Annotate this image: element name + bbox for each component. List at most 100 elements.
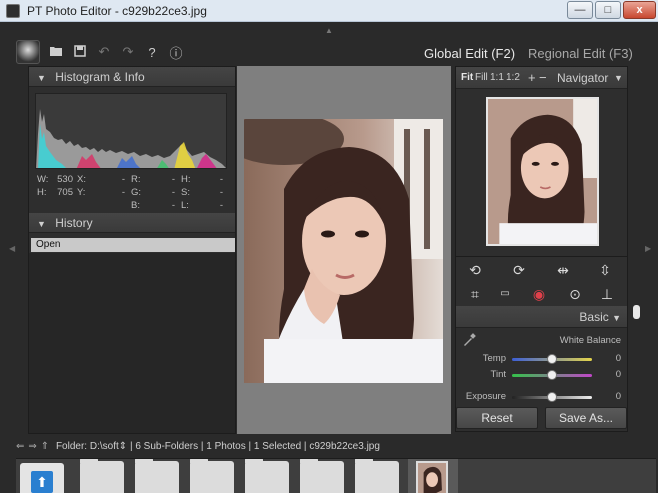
- basic-adjustments: White Balance Temp 0 Tint 0 Exposure 0: [456, 329, 627, 402]
- collapse-triangle-icon: ▼: [37, 219, 46, 229]
- help-icon[interactable]: ?: [144, 45, 160, 60]
- tint-slider-track[interactable]: [512, 370, 592, 380]
- basic-panel-header[interactable]: Basic ▼: [456, 306, 627, 328]
- folder-label: Folder:: [55, 441, 88, 452]
- zoom-in-button[interactable]: +: [528, 67, 536, 89]
- temp-slider-knob[interactable]: [547, 354, 557, 364]
- flip-vertical-icon[interactable]: ⇳: [594, 261, 616, 279]
- red-eye-icon[interactable]: ◉: [528, 285, 550, 303]
- redo-icon[interactable]: ↷: [120, 44, 136, 60]
- subfolder-item[interactable]: [245, 459, 289, 493]
- subfolder-item[interactable]: [355, 459, 399, 493]
- eyedropper-icon[interactable]: [462, 333, 476, 347]
- open-folder-icon[interactable]: [48, 45, 64, 60]
- main-toolbar: ↶ ↷ ? ⓘ: [16, 38, 184, 66]
- zoom-fill-button[interactable]: Fill: [475, 67, 488, 89]
- window-title-bar: PT Photo Editor - c929b22ce3.jpg — □ x: [0, 0, 658, 22]
- rotate-left-icon[interactable]: ⟲: [464, 261, 486, 279]
- close-button[interactable]: x: [623, 1, 656, 19]
- temp-slider-track[interactable]: [512, 354, 592, 364]
- back-arrow-icon[interactable]: ⇐: [16, 441, 24, 452]
- user-avatar[interactable]: [16, 40, 40, 64]
- info-key: Y:: [77, 187, 86, 198]
- exposure-slider-track[interactable]: [512, 392, 592, 402]
- edited-photo[interactable]: [244, 119, 443, 383]
- navigator-dropdown-icon[interactable]: ▼: [614, 67, 623, 89]
- photo-canvas[interactable]: [237, 66, 451, 434]
- zoom-fit-button[interactable]: Fit: [461, 67, 473, 89]
- filmstrip: ⬆: [16, 458, 656, 493]
- subfolder-item[interactable]: [190, 459, 234, 493]
- histogram-panel-header[interactable]: ▼ Histogram & Info: [29, 67, 235, 87]
- slider-value: 0: [615, 369, 621, 380]
- info-value: -: [121, 174, 125, 185]
- folder-dropdown-icon[interactable]: ⇕: [119, 441, 127, 452]
- info-key: W:: [37, 174, 49, 185]
- straighten-icon[interactable]: ▭: [494, 285, 516, 303]
- up-arrow-icon[interactable]: ⇑: [41, 441, 49, 452]
- folder-path-bar: ⇐ ⇒ ⇑ Folder: D:\soft⇕ | 6 Sub-Folders | 1…: [16, 438, 656, 456]
- navigator-title[interactable]: Navigator: [557, 67, 608, 89]
- info-key: L:: [181, 200, 189, 211]
- tab-regional-edit[interactable]: Regional Edit (F3): [528, 46, 633, 61]
- info-key: B:: [131, 200, 140, 211]
- info-value: -: [219, 174, 223, 185]
- action-buttons: Reset Save As...: [456, 407, 627, 431]
- info-row: B: - L: -: [37, 199, 231, 212]
- info-value: [51, 199, 73, 212]
- slider-label: Tint: [490, 369, 506, 380]
- maximize-button[interactable]: □: [595, 1, 621, 19]
- subfolder-item[interactable]: [300, 459, 344, 493]
- spot-healing-icon[interactable]: ⊙: [564, 285, 586, 303]
- basic-panel-title-wrap: Basic ▼: [579, 310, 621, 324]
- info-key: [77, 199, 91, 212]
- zoom-out-button[interactable]: −: [539, 67, 547, 89]
- slider-label: Temp: [482, 353, 506, 364]
- info-key: [37, 199, 51, 212]
- info-value: 705: [57, 187, 73, 198]
- basic-dropdown-icon: ▼: [612, 313, 621, 323]
- info-value: [91, 199, 125, 212]
- edit-tools-area: ⟲ ⟳ ⇹ ⇳ ⌗ ▭ ◉ ⊙ ⊥: [456, 256, 627, 308]
- subfolder-item[interactable]: [80, 459, 124, 493]
- navigator-thumbnail[interactable]: [486, 97, 599, 246]
- exposure-slider-knob[interactable]: [547, 392, 557, 402]
- folder-summary: | 6 Sub-Folders | 1 Photos | 1 Selected …: [129, 441, 380, 452]
- tint-slider-knob[interactable]: [547, 370, 557, 380]
- info-icon[interactable]: ⓘ: [168, 43, 184, 62]
- histogram-graph: [35, 93, 227, 169]
- photo-thumbnail[interactable]: [416, 461, 448, 493]
- info-key: G:: [131, 187, 142, 198]
- forward-arrow-icon[interactable]: ⇒: [28, 441, 36, 452]
- parent-folder-item[interactable]: ⬆: [20, 463, 64, 493]
- info-value: -: [121, 187, 125, 198]
- save-as-button[interactable]: Save As...: [545, 407, 627, 429]
- collapse-triangle-icon: ▼: [37, 73, 46, 83]
- collapse-top-arrow-icon[interactable]: ▲: [325, 26, 333, 35]
- info-value: 530: [57, 174, 73, 185]
- crop-icon[interactable]: ⌗: [464, 285, 486, 303]
- save-icon[interactable]: [72, 44, 88, 60]
- up-folder-arrow-icon: ⬆: [31, 471, 53, 493]
- reset-button[interactable]: Reset: [456, 407, 538, 429]
- folder-path-dropdown[interactable]: D:\soft: [90, 441, 119, 452]
- histogram-panel-title: Histogram & Info: [55, 70, 145, 84]
- panel-scrollbar-thumb[interactable]: [633, 305, 640, 319]
- rotate-right-icon[interactable]: ⟳: [508, 261, 530, 279]
- undo-icon[interactable]: ↶: [96, 44, 112, 60]
- history-item[interactable]: Open: [31, 238, 235, 252]
- subfolder-item[interactable]: [135, 459, 179, 493]
- history-panel-header[interactable]: ▼ History: [29, 213, 235, 233]
- collapse-right-arrow-icon[interactable]: ▶: [645, 244, 651, 253]
- collapse-left-arrow-icon[interactable]: ◀: [9, 244, 15, 253]
- window-title: PT Photo Editor - c929b22ce3.jpg: [27, 4, 207, 18]
- slider-value: 0: [615, 353, 621, 364]
- info-key: H:: [37, 187, 47, 198]
- tab-global-edit[interactable]: Global Edit (F2): [424, 46, 515, 61]
- minimize-button[interactable]: —: [567, 1, 593, 19]
- zoom-1-1-button[interactable]: 1:1: [490, 67, 504, 89]
- info-value: -: [219, 200, 223, 211]
- clone-stamp-icon[interactable]: ⊥: [596, 285, 618, 303]
- zoom-1-2-button[interactable]: 1:2: [506, 67, 520, 89]
- flip-horizontal-icon[interactable]: ⇹: [552, 261, 574, 279]
